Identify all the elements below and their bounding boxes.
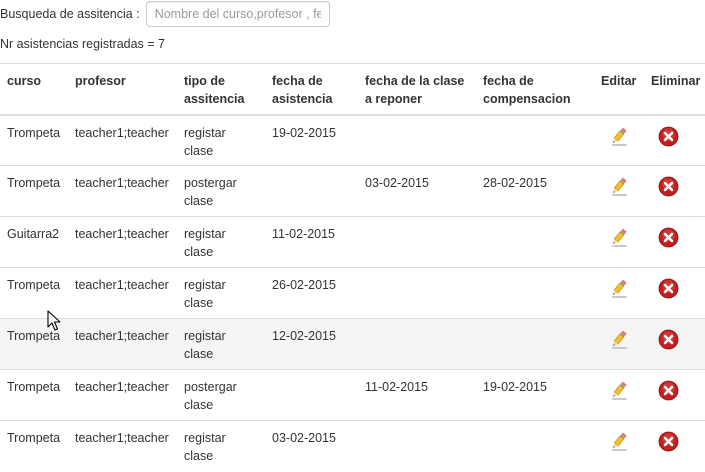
table-row: Trompeta teacher1;teacher registar clase 26-…: [0, 267, 705, 319]
cell-curso: Guitarra2: [0, 216, 68, 268]
table-row: Trompeta teacher1;teacher postergar clase 03…: [0, 165, 705, 217]
pencil-icon[interactable]: [609, 176, 629, 203]
pencil-icon[interactable]: [609, 329, 629, 356]
cell-fecha-compensacion: [476, 267, 594, 319]
cell-curso: Trompeta: [0, 114, 68, 166]
header-fecha-compensacion[interactable]: fecha de compensacion: [476, 63, 594, 116]
cell-fecha-compensacion: 19-02-2015: [476, 369, 594, 421]
cell-eliminar: [644, 216, 705, 268]
cell-editar: [594, 267, 644, 319]
cell-fecha-compensacion: [476, 318, 594, 370]
cell-fecha-asistencia: [265, 369, 358, 421]
cell-fecha-asistencia: [265, 165, 358, 217]
cell-fecha-compensacion: [476, 114, 594, 166]
cell-fecha-asistencia: 19-02-2015: [265, 114, 358, 166]
pencil-icon[interactable]: [609, 227, 629, 254]
attendance-count: Nr asistencias registradas = 7: [0, 37, 166, 51]
pencil-icon[interactable]: [609, 126, 629, 153]
cell-profesor: teacher1;teacher: [68, 165, 177, 217]
cell-tipo: postergar clase: [177, 165, 265, 217]
attendance-table: curso profesor tipo de assitencia fecha d…: [0, 63, 705, 472]
cell-fecha-compensacion: 28-02-2015: [476, 165, 594, 217]
search-bar: Busqueda de assitencia :: [0, 1, 330, 27]
search-label: Busqueda de assitencia :: [0, 7, 140, 21]
table-row: Trompeta teacher1;teacher registar clase 12-…: [0, 318, 705, 370]
cell-profesor: teacher1;teacher: [68, 369, 177, 421]
cell-editar: [594, 369, 644, 421]
delete-x-icon[interactable]: [658, 126, 679, 152]
cell-editar: [594, 216, 644, 268]
cell-fecha-compensacion: [476, 420, 594, 472]
cell-eliminar: [644, 114, 705, 166]
delete-x-icon[interactable]: [658, 431, 679, 457]
pencil-icon[interactable]: [609, 380, 629, 407]
cell-fecha-asistencia: 26-02-2015: [265, 267, 358, 319]
table-row: Trompeta teacher1;teacher registar clase 03-…: [0, 420, 705, 472]
cell-fecha-clase: [358, 318, 476, 370]
header-profesor[interactable]: profesor: [68, 63, 177, 116]
cell-fecha-clase: [358, 420, 476, 472]
cell-eliminar: [644, 165, 705, 217]
cell-eliminar: [644, 420, 705, 472]
delete-x-icon[interactable]: [658, 176, 679, 202]
header-editar: Editar: [594, 63, 644, 116]
cell-tipo: registar clase: [177, 114, 265, 166]
cell-eliminar: [644, 369, 705, 421]
header-fecha-asistencia[interactable]: fecha de asistencia: [265, 63, 358, 116]
table-row: Guitarra2 teacher1;teacher registar clase 11…: [0, 216, 705, 268]
cell-fecha-asistencia: 03-02-2015: [265, 420, 358, 472]
cell-editar: [594, 165, 644, 217]
cell-curso: Trompeta: [0, 267, 68, 319]
cell-tipo: registar clase: [177, 318, 265, 370]
header-tipo[interactable]: tipo de assitencia: [177, 63, 265, 116]
cell-editar: [594, 420, 644, 472]
cell-profesor: teacher1;teacher: [68, 216, 177, 268]
header-eliminar: Eliminar: [644, 63, 705, 116]
header-fecha-clase-reponer[interactable]: fecha de la clase a reponer: [358, 63, 476, 116]
cell-fecha-clase: [358, 114, 476, 166]
cell-curso: Trompeta: [0, 420, 68, 472]
cell-fecha-asistencia: 12-02-2015: [265, 318, 358, 370]
table-row: Trompeta teacher1;teacher registar clase 19-…: [0, 114, 705, 166]
cell-editar: [594, 318, 644, 370]
cell-editar: [594, 114, 644, 166]
cell-profesor: teacher1;teacher: [68, 267, 177, 319]
pencil-icon[interactable]: [609, 431, 629, 458]
table-row: Trompeta teacher1;teacher postergar clase 11…: [0, 369, 705, 421]
delete-x-icon[interactable]: [658, 227, 679, 253]
cell-profesor: teacher1;teacher: [68, 318, 177, 370]
cell-profesor: teacher1;teacher: [68, 420, 177, 472]
pencil-icon[interactable]: [609, 278, 629, 305]
header-curso[interactable]: curso: [0, 63, 68, 116]
delete-x-icon[interactable]: [658, 380, 679, 406]
cell-eliminar: [644, 267, 705, 319]
cell-eliminar: [644, 318, 705, 370]
cell-tipo: postergar clase: [177, 369, 265, 421]
cell-fecha-asistencia: 11-02-2015: [265, 216, 358, 268]
cell-curso: Trompeta: [0, 369, 68, 421]
search-input[interactable]: [145, 1, 330, 27]
cell-fecha-clase: [358, 216, 476, 268]
delete-x-icon[interactable]: [658, 329, 679, 355]
cell-tipo: registar clase: [177, 216, 265, 268]
table-header-row: curso profesor tipo de assitencia fecha d…: [0, 63, 705, 116]
cell-curso: Trompeta: [0, 165, 68, 217]
cell-tipo: registar clase: [177, 267, 265, 319]
cell-fecha-clase: [358, 267, 476, 319]
cell-fecha-compensacion: [476, 216, 594, 268]
cell-fecha-clase: 03-02-2015: [358, 165, 476, 217]
delete-x-icon[interactable]: [658, 278, 679, 304]
cell-curso: Trompeta: [0, 318, 68, 370]
cell-profesor: teacher1;teacher: [68, 114, 177, 166]
cell-tipo: registar clase: [177, 420, 265, 472]
cell-fecha-clase: 11-02-2015: [358, 369, 476, 421]
